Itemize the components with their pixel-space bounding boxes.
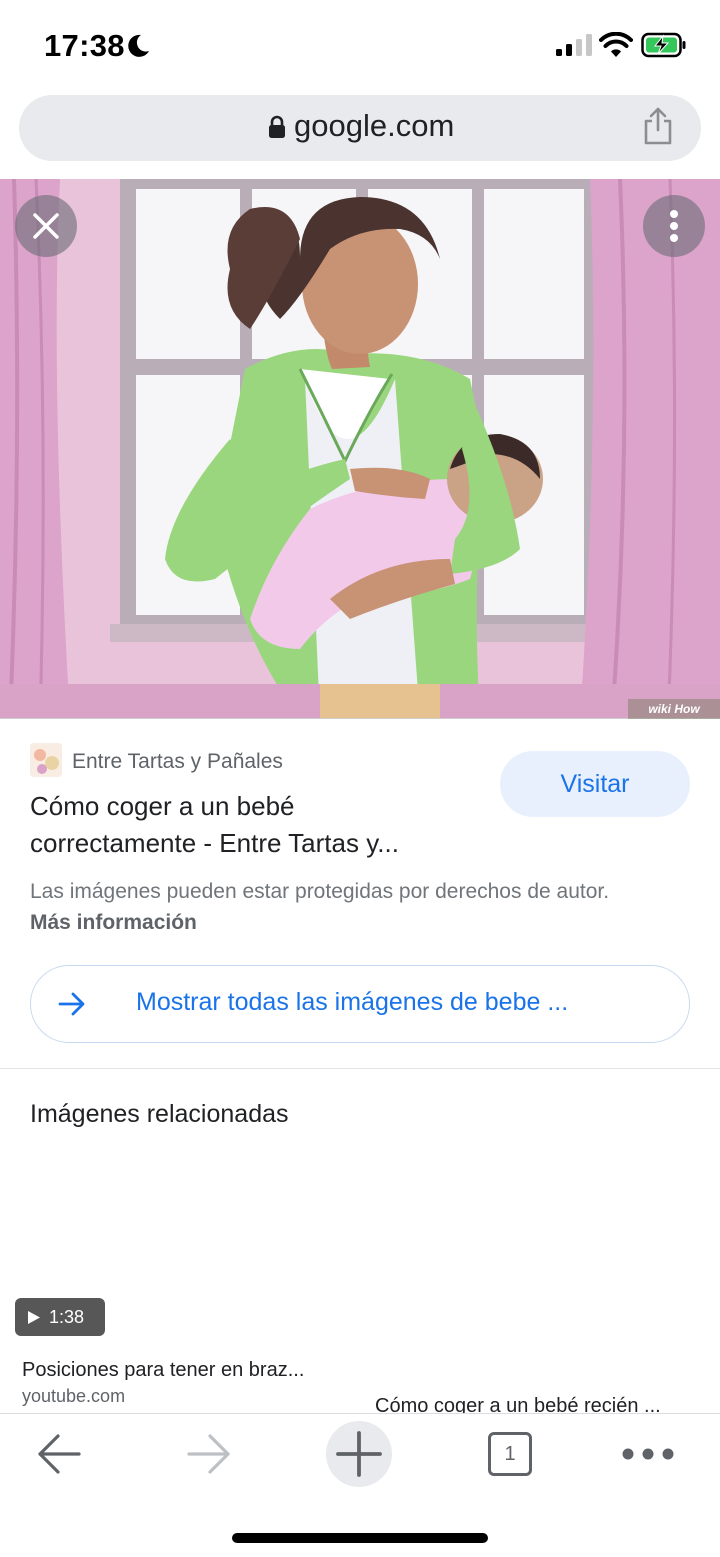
moon-icon: [128, 34, 149, 57]
show-all-images-label: Mostrar todas las imágenes de bebe ...: [136, 988, 569, 1016]
page-title-line-1: Cómo coger a un bebé: [30, 791, 295, 821]
signal-icon: [556, 34, 592, 56]
share-icon[interactable]: [642, 106, 674, 146]
status-bar: 17:38: [0, 0, 720, 92]
related-card-source: youtube.com: [22, 1386, 126, 1406]
home-indicator: [232, 1533, 488, 1543]
tab-switcher-button[interactable]: 1: [488, 1432, 532, 1476]
related-card-title[interactable]: Posiciones para tener en braz...: [22, 1359, 304, 1382]
play-icon: [28, 1311, 40, 1324]
lock-icon: [269, 115, 285, 138]
plus-icon: [336, 1431, 382, 1477]
copyright-text: Las imágenes pueden estar protegidas por…: [30, 880, 610, 903]
status-time: 17:38: [44, 28, 125, 63]
battery-charging-icon: [641, 32, 686, 58]
source-name[interactable]: Entre Tartas y Pañales: [72, 750, 283, 774]
wifi-icon: [599, 32, 633, 57]
back-arrow-icon[interactable]: [36, 1433, 82, 1475]
wikihow-watermark: wiki How: [628, 699, 720, 719]
more-horizontal-icon[interactable]: [620, 1444, 676, 1464]
page-title[interactable]: Cómo coger a un bebé correctamente - Ent…: [30, 788, 490, 862]
url-text[interactable]: google.com: [294, 108, 454, 144]
page-title-line-2: correctamente - Entre Tartas y...: [30, 828, 399, 858]
more-info-link[interactable]: Más información: [30, 911, 197, 934]
close-button[interactable]: [15, 195, 77, 257]
new-tab-button[interactable]: [326, 1421, 392, 1487]
close-icon: [33, 213, 59, 239]
copyright-note: Las imágenes pueden estar protegidas por…: [30, 876, 650, 938]
site-favicon: [30, 743, 62, 777]
visit-button[interactable]: Visitar: [500, 751, 690, 817]
related-images-heading: Imágenes relacionadas: [30, 1100, 289, 1128]
more-vertical-icon: [670, 210, 678, 242]
forward-arrow-icon[interactable]: [186, 1433, 232, 1475]
more-options-button[interactable]: [643, 195, 705, 257]
arrow-right-icon: [58, 992, 85, 1016]
section-divider: [0, 1068, 720, 1069]
preview-image[interactable]: [0, 179, 720, 719]
